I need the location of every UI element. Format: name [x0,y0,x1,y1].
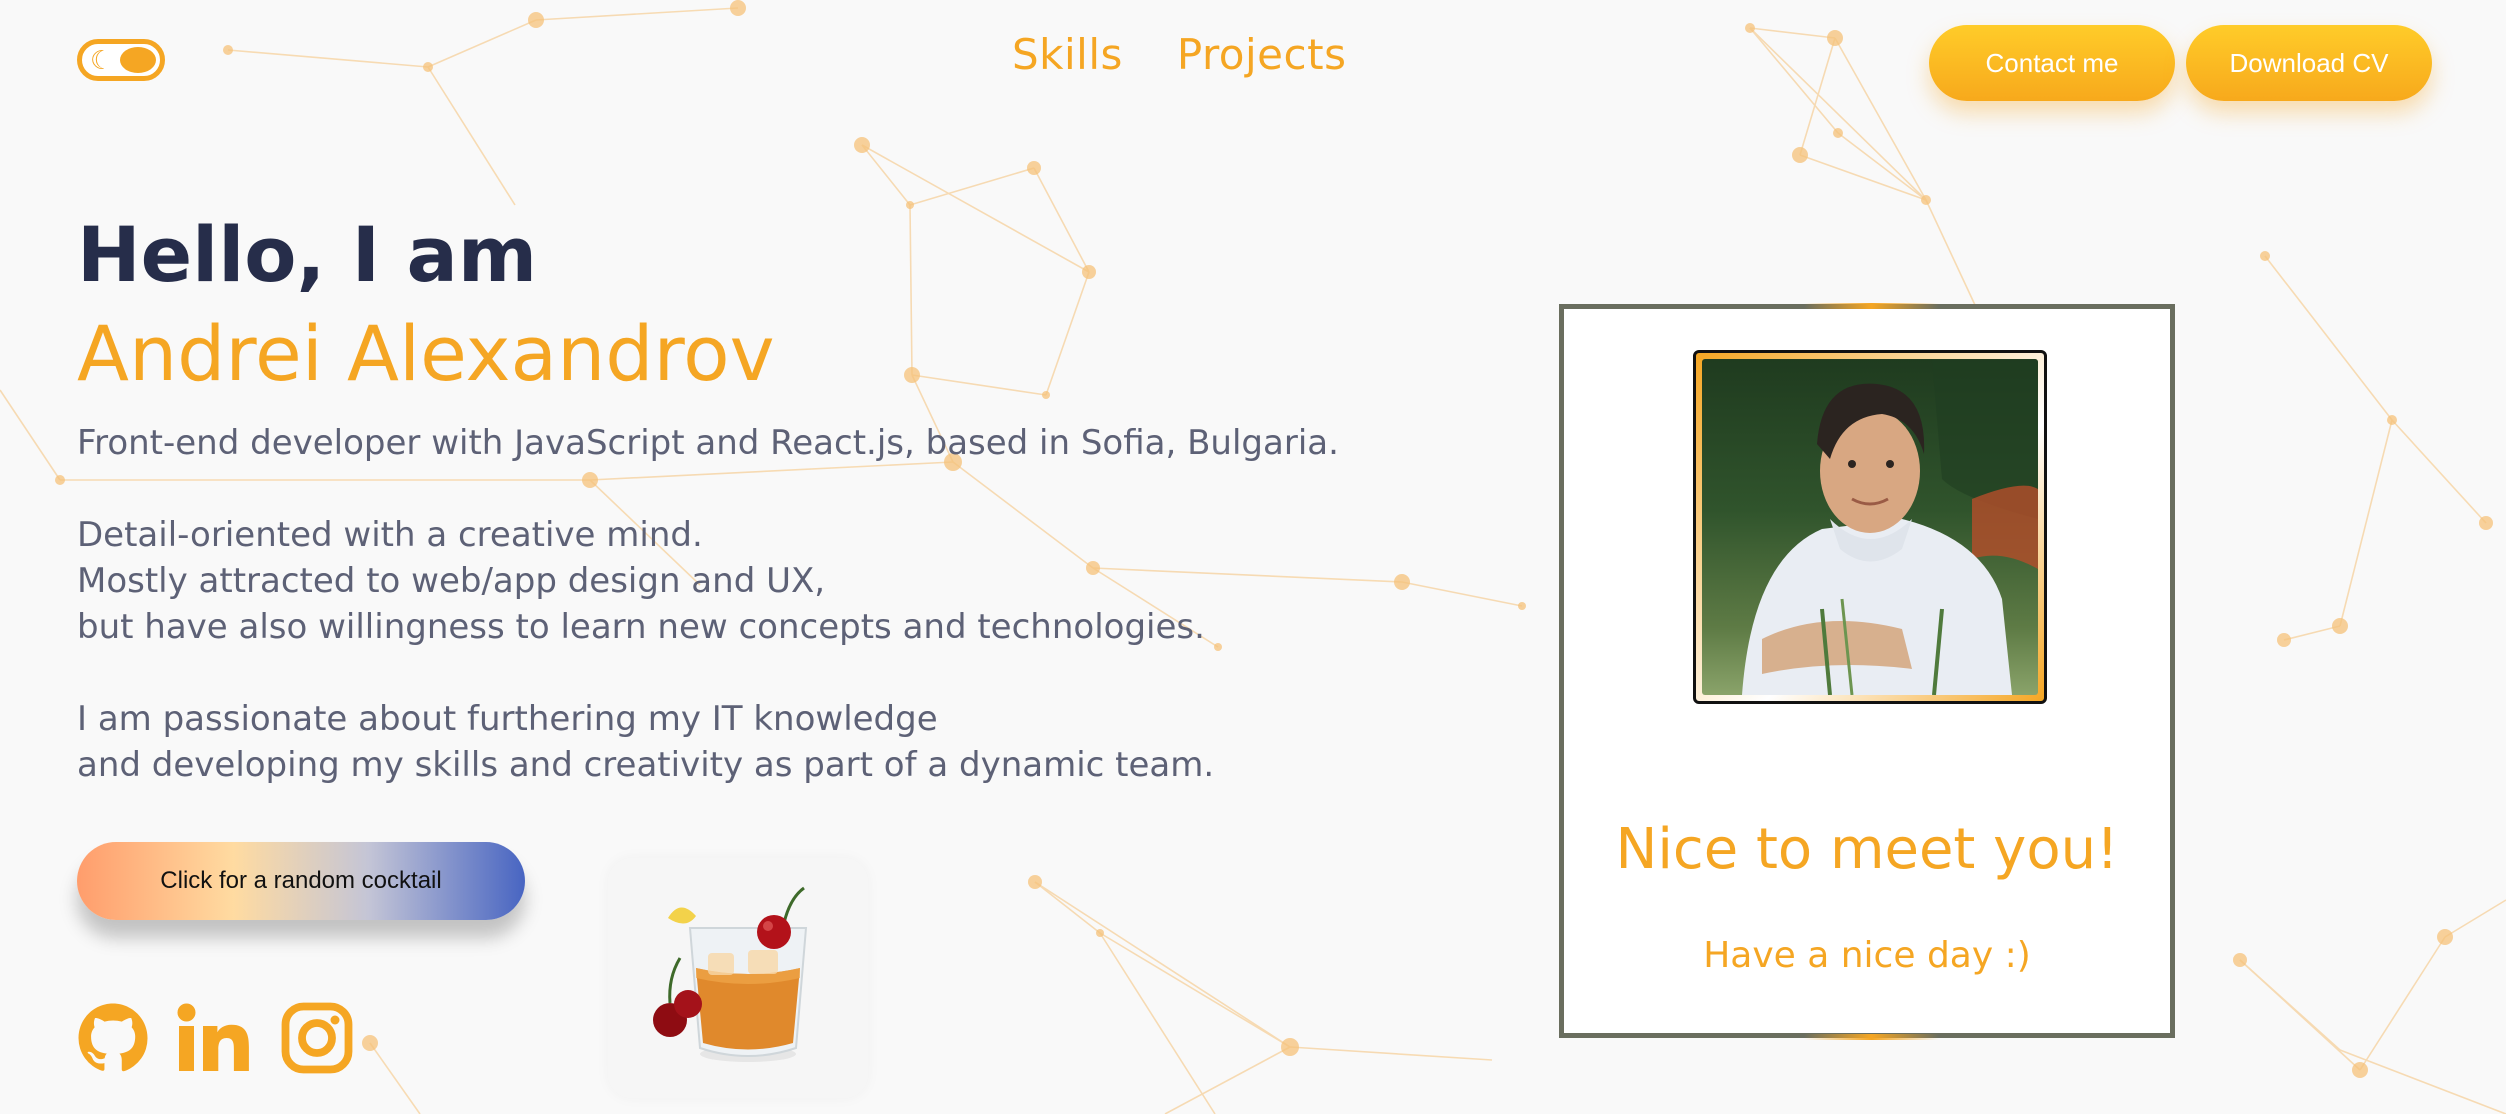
intro-line: Front-end developer with JavaScript and … [77,423,1339,463]
greeting-heading: Hello, I am [77,210,538,299]
card-subtitle: Have a nice day :) [1703,935,2031,976]
intro-line: and developing my skills and creativity … [77,745,1215,785]
github-icon[interactable] [77,1002,149,1078]
profile-photo-frame [1693,350,2047,704]
card-top-accent [1804,303,1939,309]
toggle-knob [120,47,156,73]
profile-card: Nice to meet you! Have a nice day :) [1559,303,2175,1040]
intro-line: but have also willingness to learn new c… [77,607,1205,647]
intro-text: Front-end developer with JavaScript and … [77,420,1339,788]
download-cv-button[interactable]: Download CV [2186,25,2432,101]
card-title: Nice to meet you! [1615,817,2119,882]
instagram-icon[interactable] [281,1002,353,1078]
intro-line: Mostly attracted to web/app design and U… [77,561,826,601]
random-cocktail-button[interactable]: Click for a random cocktail [77,842,525,920]
contact-me-button[interactable]: Contact me [1929,25,2175,101]
name-heading: Andrei Alexandrov [77,309,775,398]
profile-photo-illustration [1702,359,2038,695]
intro-line: I am passionate about furthering my IT k… [77,699,938,739]
nav-skills[interactable]: Skills [1012,30,1123,79]
intro-line: Detail-oriented with a creative mind. [77,515,703,555]
moon-icon: ☾ [90,46,114,76]
main-nav: Skills Projects [1012,30,1346,79]
social-links [77,1002,353,1078]
cocktail-image [608,858,868,1098]
theme-toggle[interactable]: ☾ [77,39,165,81]
cocktail-glass-illustration [653,886,808,1062]
card-bottom-accent [1804,1034,1939,1040]
linkedin-icon[interactable] [175,1002,255,1078]
nav-projects[interactable]: Projects [1177,30,1347,79]
profile-photo [1702,359,2038,695]
